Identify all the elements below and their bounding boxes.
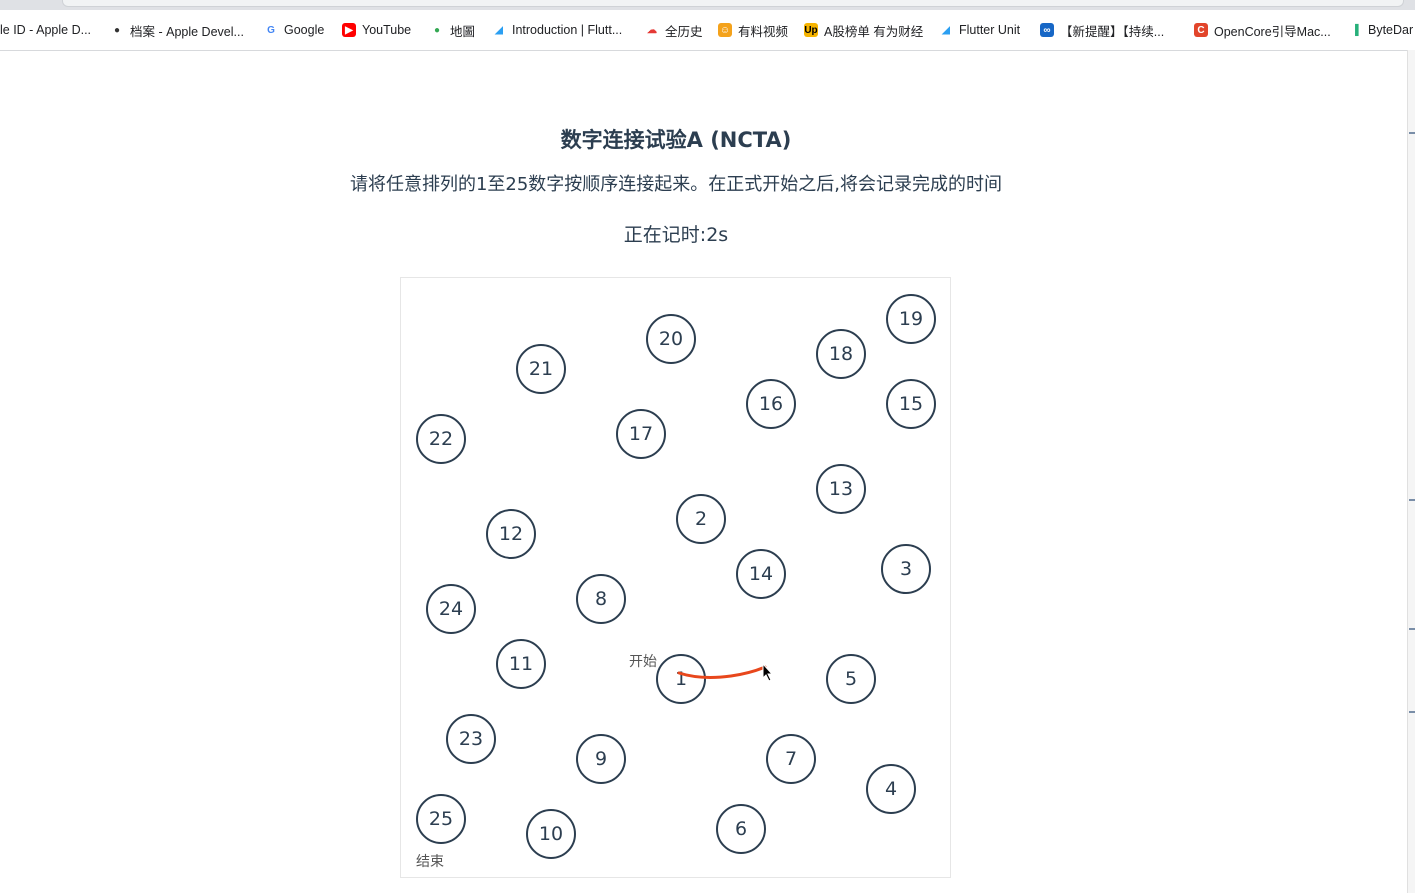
bookmark-label: A股榜单 有为财经 bbox=[824, 24, 924, 39]
bookmark-label: Google bbox=[284, 23, 325, 37]
bookmark-item[interactable]: ◢ Introduction | Flutt... bbox=[492, 20, 622, 40]
flutter-icon: ◢ bbox=[942, 24, 950, 36]
page-description: 请将任意排列的1至25数字按顺序连接起来。在正式开始之后,将会记录完成的时间 bbox=[349, 174, 1003, 195]
bookmark-label: 全历史 bbox=[665, 24, 703, 39]
devtools-edge bbox=[1407, 50, 1415, 893]
bookmark-item[interactable]: ☺ 有料视频 bbox=[718, 20, 788, 40]
test-board[interactable]: 19 20 18 21 16 15 22 17 13 2 12 14 3 24 … bbox=[400, 277, 951, 878]
bookmark-item[interactable]: C OpenCore引导Mac... bbox=[1194, 20, 1331, 40]
bookmark-label: ByteDar bbox=[1368, 23, 1414, 37]
bookmark-item[interactable]: ◢ Flutter Unit bbox=[939, 20, 1020, 40]
flutter-icon: ◢ bbox=[495, 24, 503, 36]
trace-layer bbox=[677, 662, 774, 682]
opencore-icon: C bbox=[1194, 23, 1208, 37]
browser-tab-strip bbox=[0, 0, 1415, 10]
apple-icon: ● bbox=[113, 24, 121, 36]
youtube-icon: ▶ bbox=[342, 23, 356, 37]
bookmark-item[interactable]: ● 档案 - Apple Devel... bbox=[110, 20, 244, 40]
bookmark-item[interactable]: ● 地圖 bbox=[430, 20, 475, 40]
timer-display: 正在记时:2s bbox=[623, 224, 729, 246]
page-title: 数字连接试验A (NCTA) bbox=[560, 128, 792, 152]
bookmark-item[interactable]: ▐ ByteDar bbox=[1348, 20, 1413, 40]
maps-icon: ● bbox=[433, 24, 441, 36]
bookmark-label: Flutter Unit bbox=[959, 23, 1021, 37]
bookmark-item[interactable]: ∞ 【新提醒】【持续... bbox=[1040, 20, 1164, 40]
bookmark-item[interactable]: ▶ YouTube bbox=[342, 20, 411, 40]
bookmark-item[interactable]: ☁ 全历史 bbox=[645, 20, 703, 40]
video-icon: ☺ bbox=[718, 23, 732, 37]
mouse-cursor-icon bbox=[762, 662, 774, 682]
drawn-trace-path bbox=[677, 665, 767, 679]
bookmark-label: 地圖 bbox=[450, 24, 476, 39]
bookmark-item[interactable]: G Google bbox=[264, 20, 324, 40]
bookmark-label: le ID - Apple D... bbox=[0, 23, 92, 37]
bookmark-label: 有料视频 bbox=[738, 24, 789, 39]
google-icon: G bbox=[267, 24, 275, 36]
bookmark-label: 档案 - Apple Devel... bbox=[130, 24, 244, 39]
bookmark-label: Introduction | Flutt... bbox=[512, 23, 623, 37]
up-icon: Up bbox=[804, 23, 818, 37]
bookmarks-bar: le ID - Apple D... ● 档案 - Apple Devel... G G… bbox=[0, 10, 1415, 51]
bookmark-label: 【新提醒】【持续... bbox=[1060, 24, 1165, 39]
bytedance-icon: ▐ bbox=[1351, 24, 1359, 36]
bookmark-item[interactable]: le ID - Apple D... bbox=[0, 20, 91, 40]
bookmark-label: OpenCore引导Mac... bbox=[1214, 24, 1331, 39]
history-icon: ☁ bbox=[647, 24, 657, 36]
bookmark-label: YouTube bbox=[362, 23, 412, 37]
forum-icon: ∞ bbox=[1040, 23, 1054, 37]
bookmark-item[interactable]: Up A股榜单 有为财经 bbox=[804, 20, 923, 40]
